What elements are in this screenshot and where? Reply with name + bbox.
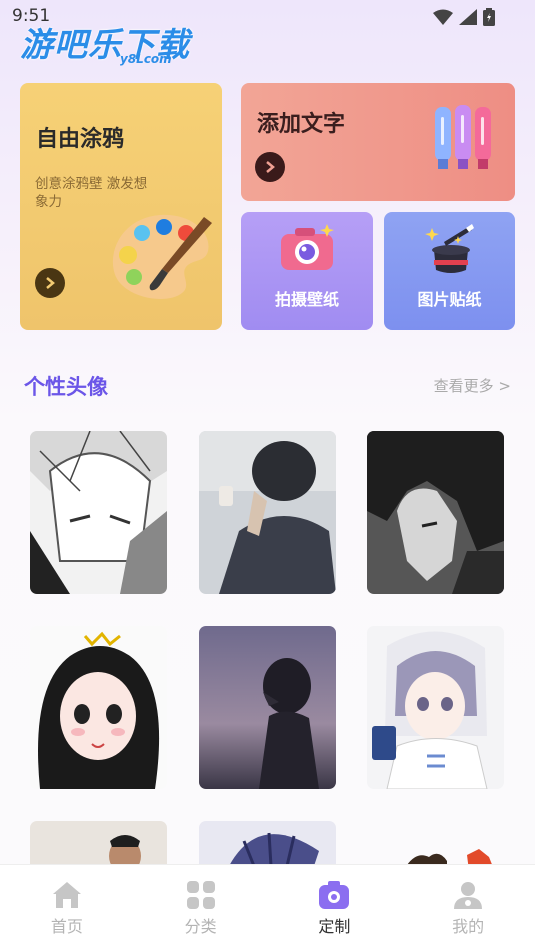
graffiti-subtitle: 创意涂鸦壁 激发想象力	[35, 176, 148, 210]
avatar-thumbnail[interactable]	[30, 431, 167, 594]
avatar-thumbnail[interactable]	[30, 626, 167, 789]
graffiti-arrow-button[interactable]	[35, 268, 65, 298]
tab-mine[interactable]: 我的	[401, 865, 535, 951]
magic-hat-icon	[425, 224, 474, 273]
tab-home-label: 首页	[50, 917, 83, 936]
battery-icon	[483, 8, 495, 26]
avatar-section-title: 个性头像	[24, 375, 108, 399]
view-more-link[interactable]: 查看更多 >	[434, 375, 511, 396]
add-text-title: 添加文字	[257, 112, 346, 137]
avatar-thumbnail[interactable]	[199, 626, 336, 789]
image-sticker-label: 图片贴纸	[417, 290, 482, 309]
photo-wallpaper-label: 拍摄壁纸	[274, 290, 339, 309]
tab-category[interactable]: 分类	[134, 865, 268, 951]
graffiti-title: 自由涂鸦	[36, 127, 125, 152]
status-icons	[433, 8, 495, 26]
user-icon	[454, 882, 483, 909]
camera-icon	[319, 881, 350, 909]
graffiti-card[interactable]: 自由涂鸦 创意涂鸦壁 激发想象力	[20, 83, 222, 330]
chevron-right-icon	[46, 277, 55, 289]
wifi-icon	[433, 9, 453, 25]
avatar-thumbnail[interactable]	[367, 626, 504, 789]
bottom-tab-bar: 首页 分类 定制 我的	[0, 864, 535, 951]
palette-icon	[112, 214, 212, 299]
signal-icon	[459, 9, 477, 25]
add-text-arrow-button[interactable]	[255, 152, 285, 182]
watermark-sub: y8Lcom	[120, 52, 172, 66]
avatar-thumbnail[interactable]	[367, 431, 504, 594]
tab-custom-label: 定制	[318, 917, 351, 936]
markers-icon	[435, 105, 491, 169]
tab-home[interactable]: 首页	[0, 865, 134, 951]
chevron-right-icon	[266, 161, 275, 173]
add-text-card[interactable]: 添加文字	[241, 83, 515, 201]
camera-icon	[281, 224, 334, 270]
image-sticker-card[interactable]: 图片贴纸	[384, 212, 515, 330]
home-icon	[52, 882, 81, 908]
grid-icon	[186, 881, 215, 909]
photo-wallpaper-card[interactable]: 拍摄壁纸	[241, 212, 373, 330]
tab-category-label: 分类	[184, 917, 217, 936]
watermark-logo: 游吧乐下载 y8Lcom	[20, 18, 190, 66]
tab-custom[interactable]: 定制	[268, 865, 402, 951]
tab-mine-label: 我的	[452, 917, 485, 936]
avatar-thumbnail[interactable]	[199, 431, 336, 594]
